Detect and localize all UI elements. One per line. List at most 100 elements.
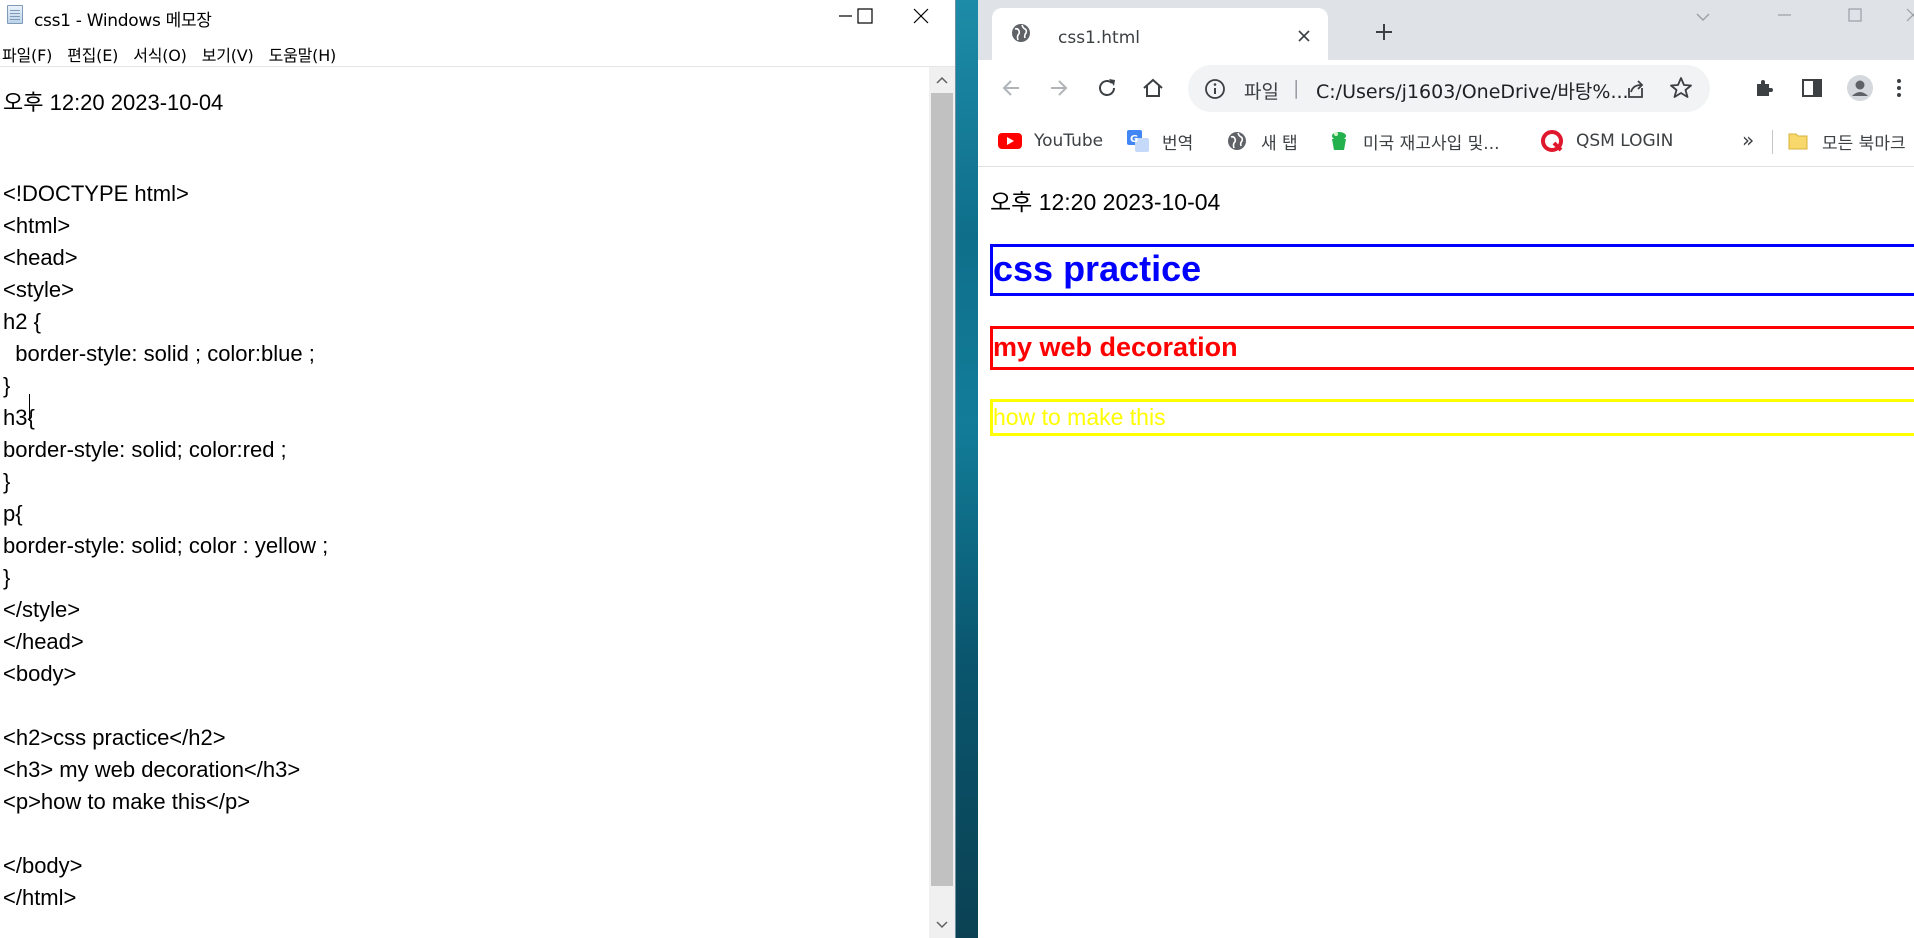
notepad-menubar: 파일(F) 편집(E) 서식(O) 보기(V) 도움말(H): [0, 38, 955, 66]
cup-icon: [1327, 130, 1351, 152]
profile-button[interactable]: [1844, 72, 1876, 104]
home-button[interactable]: [1137, 72, 1169, 104]
globe-icon: [1012, 24, 1030, 42]
scroll-up-button[interactable]: [929, 67, 955, 93]
editor-line: </html>: [3, 885, 77, 910]
chevron-down-icon: [1696, 13, 1710, 21]
editor-line: border-style: solid; color:red ;: [3, 437, 287, 462]
arrow-left-icon: [1002, 80, 1019, 96]
bookmark-youtube[interactable]: YouTube: [998, 128, 1103, 154]
bookmark-new-tab[interactable]: 새 탭: [1225, 128, 1298, 154]
bookmark-translate[interactable]: G 번역: [1126, 128, 1193, 154]
back-button[interactable]: [995, 72, 1027, 104]
bookmark-all-folder[interactable]: 모든 북마크: [1786, 128, 1906, 154]
forward-button[interactable]: [1043, 72, 1075, 104]
new-tab-button[interactable]: [1372, 20, 1396, 44]
browser-close-button[interactable]: [1898, 2, 1914, 28]
editor-line: </head>: [3, 629, 84, 654]
scroll-down-button[interactable]: [929, 912, 955, 938]
notepad-vertical-scrollbar[interactable]: [929, 67, 955, 938]
close-icon: [913, 8, 929, 24]
kebab-menu-icon: [1897, 79, 1901, 97]
bookmark-store[interactable]: 미국 재고사입 및...: [1327, 128, 1500, 154]
maximize-icon: [857, 8, 873, 24]
editor-line: }: [3, 469, 11, 494]
extensions-button[interactable]: [1748, 72, 1780, 104]
translate-icon: G: [1126, 130, 1150, 152]
svg-text:G: G: [1130, 134, 1138, 145]
qsm-icon: [1540, 130, 1564, 152]
editor-line: 오후 12:20 2023-10-04: [3, 90, 224, 115]
chevron-down-icon: [936, 921, 948, 929]
close-icon: [1298, 30, 1310, 42]
bookmark-star-icon[interactable]: [1669, 76, 1693, 100]
minimize-icon: [1778, 14, 1791, 16]
editor-line: }: [3, 373, 11, 398]
menu-format[interactable]: 서식(O): [131, 38, 191, 66]
menu-button[interactable]: [1883, 72, 1914, 104]
notepad-window: css1 - Windows 메모장 파일(F) 편집(E) 서식(O) 보기(…: [0, 0, 955, 938]
bookmarks-overflow-button[interactable]: »: [1742, 128, 1754, 152]
bookmark-qsm-login[interactable]: QSM LOGIN: [1540, 128, 1673, 154]
editor-line: h2 {: [3, 309, 41, 334]
editor-line: border-style: solid ; color:blue ;: [3, 341, 315, 366]
arrow-right-icon: [1051, 80, 1068, 96]
youtube-icon: [998, 130, 1022, 152]
bookmark-label: QSM LOGIN: [1576, 131, 1674, 151]
browser-toolbar: 파일 | C:/Users/j1603/OneDrive/바탕%...: [978, 60, 1914, 116]
close-button[interactable]: [890, 0, 952, 32]
address-bar[interactable]: 파일 | C:/Users/j1603/OneDrive/바탕%...: [1188, 65, 1710, 112]
page-paragraph: how to make this: [990, 399, 1914, 436]
tab-close-button[interactable]: [1294, 26, 1314, 46]
globe-icon: [1225, 130, 1249, 152]
puzzle-icon: [1757, 80, 1773, 96]
tab-title: css1.html: [1058, 28, 1141, 48]
editor-line: p{: [3, 501, 23, 526]
chevron-up-icon: [936, 76, 948, 84]
desktop-background: [956, 0, 978, 938]
editor-line: h3{: [3, 405, 35, 430]
notepad-text-area[interactable]: 오후 12:20 2023-10-04 <!DOCTYPE html> <html>…: [0, 67, 929, 938]
scroll-thumb[interactable]: [931, 93, 953, 886]
editor-line: </style>: [3, 597, 81, 622]
close-icon: [1906, 8, 1914, 22]
menu-edit[interactable]: 편집(E): [65, 38, 122, 66]
maximize-icon: [1848, 8, 1862, 22]
editor-line: <p>how to make this</p>: [3, 789, 251, 814]
browser-minimize-button[interactable]: [1765, 2, 1805, 28]
side-panel-button[interactable]: [1796, 72, 1828, 104]
notepad-window-title: css1 - Windows 메모장: [34, 11, 212, 31]
editor-line: <h3> my web decoration</h3>: [3, 757, 301, 782]
tab-css1[interactable]: css1.html: [992, 8, 1328, 60]
editor-line: <!DOCTYPE html>: [3, 181, 189, 206]
bookmarks-bar: YouTube G 번역 새 탭 미국 재고사입 및... QSM LOGIN: [978, 116, 1914, 167]
page-heading-h3: my web decoration: [990, 326, 1914, 370]
editor-line: <h2>css practice</h2>: [3, 725, 226, 750]
bookmark-label: 모든 북마크: [1822, 133, 1906, 154]
menu-file[interactable]: 파일(F): [0, 38, 56, 66]
address-separator: |: [1293, 77, 1300, 99]
address-url[interactable]: C:/Users/j1603/OneDrive/바탕%...: [1316, 77, 1629, 104]
editor-line: <body>: [3, 661, 77, 686]
browser-window: css1.html 파일 | C:/Users/j1603/OneDrive/바…: [978, 0, 1914, 938]
bookmark-label: 번역: [1162, 133, 1194, 154]
reload-icon: [1099, 79, 1115, 96]
bookmark-label: YouTube: [1034, 131, 1104, 151]
side-panel-icon: [1802, 79, 1822, 97]
menu-help[interactable]: 도움말(H): [267, 38, 340, 66]
info-icon[interactable]: [1204, 78, 1226, 100]
share-icon[interactable]: [1623, 77, 1647, 101]
bookmark-label: 미국 재고사입 및...: [1363, 133, 1500, 154]
browser-maximize-button[interactable]: [1835, 2, 1875, 28]
editor-line: border-style: solid; color : yellow ;: [3, 533, 329, 558]
reload-button[interactable]: [1091, 72, 1123, 104]
notepad-titlebar[interactable]: css1 - Windows 메모장: [0, 0, 955, 32]
editor-line: }: [3, 565, 11, 590]
menu-view[interactable]: 보기(V): [200, 38, 258, 66]
editor-line: <html>: [3, 213, 71, 238]
editor-line: <head>: [3, 245, 78, 270]
notepad-app-icon: [7, 5, 23, 24]
page-timestamp-text: 오후 12:20 2023-10-04: [990, 189, 1221, 215]
maximize-button[interactable]: [834, 0, 896, 32]
tab-search-button[interactable]: [1690, 6, 1716, 28]
